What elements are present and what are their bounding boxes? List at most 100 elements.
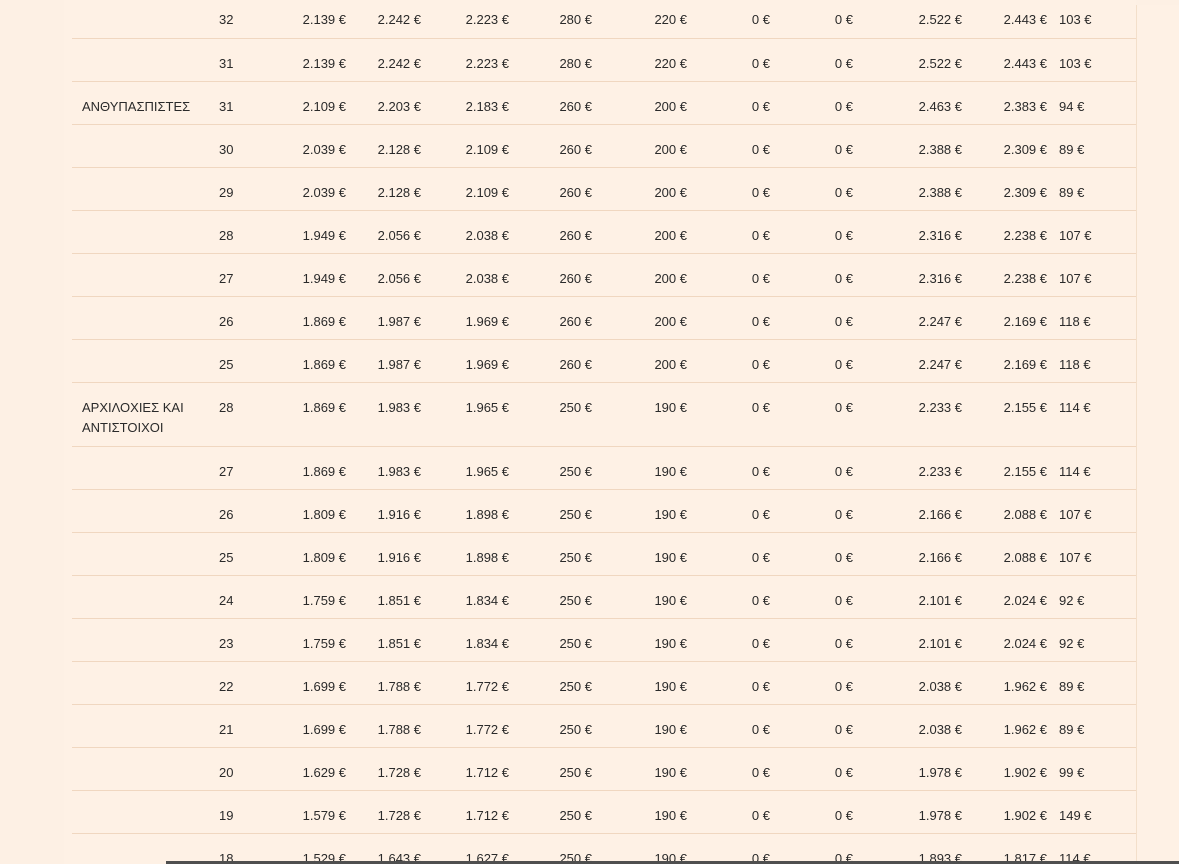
amount-value: 0 € <box>751 98 770 114</box>
table-row: 26 1.809 € 1.916 € 1.898 € 250 € 190 € 0 € 0 € 2… <box>72 489 1136 533</box>
amount-cell: 1.809 € <box>279 532 354 576</box>
step-cell: 28 <box>209 382 279 447</box>
amount-value: 190 € <box>654 506 687 522</box>
table-row: ΑΝΘΥΠΑΣΠΙΣΤΕΣ 31 2.109 € 2.203 € 2.183 € 260 … <box>72 81 1136 125</box>
amount-cell: 2.242 € <box>354 38 429 82</box>
amount-value: 1.965 € <box>465 399 509 415</box>
rank-cell <box>72 210 209 254</box>
amount-cell: 260 € <box>517 253 600 297</box>
amount-cell: 190 € <box>600 704 695 748</box>
step-cell: 32 <box>209 0 279 39</box>
amount-value: 1.965 € <box>465 463 509 479</box>
amount-value: 190 € <box>654 807 687 823</box>
amount-cell: 200 € <box>600 296 695 340</box>
amount-cell: 2.233 € <box>861 446 970 490</box>
amount-cell: 1.759 € <box>279 618 354 662</box>
amount-value: 250 € <box>559 721 592 737</box>
amount-cell: 1.983 € <box>354 446 429 490</box>
amount-value: 0 € <box>751 399 770 415</box>
amount-cell: 0 € <box>778 124 861 168</box>
amount-value: 1.969 € <box>465 356 509 372</box>
amount-value: 1.643 € <box>377 850 421 864</box>
amount-value: 2.183 € <box>465 98 509 114</box>
salary-table-container[interactable]: 32 2.139 €2.242 €2.223 €280 €220 €0 €0 €2… <box>64 0 1136 864</box>
amount-value: 2.101 € <box>918 592 962 608</box>
rank-label <box>82 0 209 10</box>
amount-value: 2.109 € <box>465 184 509 200</box>
step-value: 28 <box>219 227 234 243</box>
amount-value: 2.056 € <box>377 270 421 286</box>
rank-label <box>82 39 209 54</box>
amount-value: 1.949 € <box>302 270 346 286</box>
amount-cell: 1.978 € <box>861 747 970 791</box>
amount-cell: 2.088 € <box>970 532 1055 576</box>
amount-value: 89 € <box>1059 184 1085 200</box>
amount-cell: 1.851 € <box>354 575 429 619</box>
amount-cell: 1.969 € <box>429 339 517 383</box>
amount-value: 2.169 € <box>1003 313 1047 329</box>
amount-cell: 1.962 € <box>970 661 1055 705</box>
amount-value: 280 € <box>559 55 592 71</box>
amount-cell: 1.902 € <box>970 747 1055 791</box>
amount-value: 200 € <box>654 184 687 200</box>
amount-cell: 0 € <box>778 0 861 39</box>
rank-label <box>82 533 209 548</box>
amount-cell: 0 € <box>778 167 861 211</box>
amount-cell: 1.949 € <box>279 210 354 254</box>
amount-value: 0 € <box>751 850 770 864</box>
amount-value: 2.088 € <box>1003 506 1047 522</box>
amount-cell: 250 € <box>517 489 600 533</box>
amount-cell: 1.772 € <box>429 704 517 748</box>
amount-cell: 0 € <box>778 747 861 791</box>
amount-cell: 0 € <box>778 489 861 533</box>
amount-cell: 260 € <box>517 210 600 254</box>
amount-cell: 1.965 € <box>429 446 517 490</box>
amount-value: 190 € <box>654 678 687 694</box>
amount-value: 114 € <box>1059 399 1091 415</box>
amount-value: 0 € <box>834 764 853 780</box>
amount-value: 2.238 € <box>1003 270 1047 286</box>
amount-value: 0 € <box>751 356 770 372</box>
amount-value: 2.522 € <box>918 12 962 27</box>
amount-cell: 1.902 € <box>970 790 1055 834</box>
amount-value: 0 € <box>751 807 770 823</box>
amount-value: 0 € <box>751 635 770 651</box>
amount-value: 2.024 € <box>1003 635 1047 651</box>
amount-cell: 2.169 € <box>970 339 1055 383</box>
amount-value: 2.155 € <box>1003 463 1047 479</box>
amount-value: 2.223 € <box>465 55 509 71</box>
amount-value: 1.759 € <box>302 592 346 608</box>
table-row: 27 1.869 € 1.983 € 1.965 € 250 € 190 € 0 € 0 € 2… <box>72 446 1136 490</box>
amount-cell: 2.056 € <box>354 210 429 254</box>
amount-cell: 2.038 € <box>429 253 517 297</box>
amount-cell: 0 € <box>695 167 778 211</box>
amount-value: 0 € <box>751 227 770 243</box>
rank-cell <box>72 618 209 662</box>
amount-cell: 190 € <box>600 747 695 791</box>
rank-cell <box>72 0 209 39</box>
amount-cell: 2.109 € <box>429 124 517 168</box>
amount-cell: 1.627 € <box>429 833 517 864</box>
amount-value: 1.983 € <box>377 399 421 415</box>
amount-value: 0 € <box>751 592 770 608</box>
amount-value: 2.038 € <box>465 227 509 243</box>
amount-cell: 0 € <box>695 489 778 533</box>
amount-cell: 2.383 € <box>970 81 1055 125</box>
amount-value: 2.316 € <box>918 227 962 243</box>
amount-value: 0 € <box>751 549 770 565</box>
amount-value: 0 € <box>834 12 853 27</box>
amount-cell: 89 € <box>1055 167 1136 211</box>
step-cell: 31 <box>209 38 279 82</box>
amount-value: 2.109 € <box>465 141 509 157</box>
rank-label <box>82 490 209 505</box>
amount-cell: 2.155 € <box>970 382 1055 447</box>
amount-value: 1.759 € <box>302 635 346 651</box>
amount-cell: 0 € <box>778 382 861 447</box>
amount-cell: 200 € <box>600 339 695 383</box>
amount-value: 1.529 € <box>302 850 346 864</box>
amount-cell: 0 € <box>695 446 778 490</box>
amount-value: 1.728 € <box>377 764 421 780</box>
amount-cell: 1.699 € <box>279 704 354 748</box>
amount-value: 0 € <box>834 506 853 522</box>
amount-cell: 0 € <box>778 618 861 662</box>
